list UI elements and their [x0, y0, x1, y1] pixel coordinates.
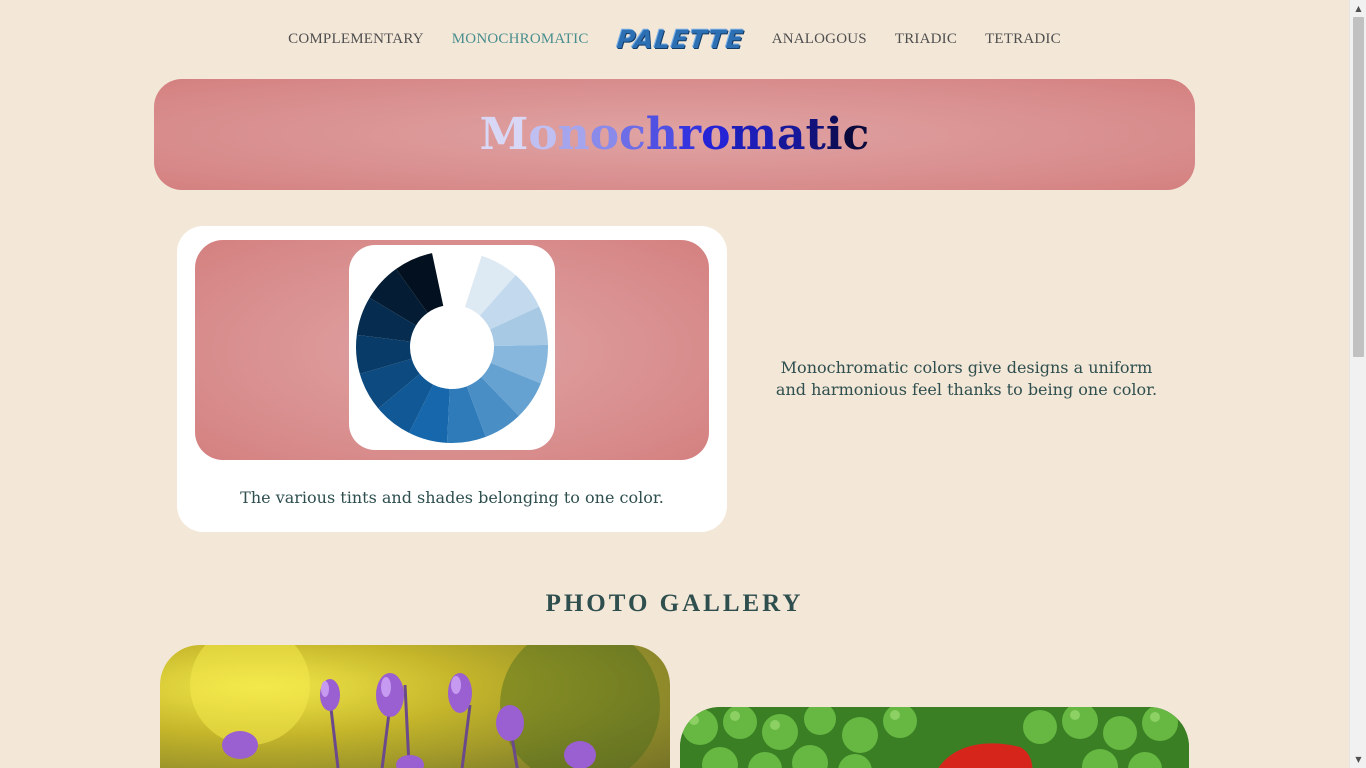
title-letter: m	[730, 109, 777, 160]
nav-monochromatic[interactable]: MONOCHROMATIC	[452, 31, 589, 48]
peas-illustration	[680, 707, 1189, 768]
title-letter: i	[825, 109, 843, 160]
title-letter: a	[776, 109, 806, 160]
color-wheel-card: The various tints and shades belonging t…	[177, 226, 727, 532]
gallery-photo-flowers[interactable]	[160, 645, 670, 768]
flower-illustration	[190, 645, 660, 768]
title-letter: o	[701, 109, 731, 160]
title-letter: n	[557, 109, 590, 160]
nav-analogous[interactable]: ANALOGOUS	[772, 31, 867, 48]
title-letter: c	[619, 109, 646, 160]
title-letter: r	[677, 109, 702, 160]
nav-triadic[interactable]: TRIADIC	[895, 31, 957, 48]
color-wheel-image	[349, 245, 555, 450]
title-letter: o	[589, 109, 620, 160]
title-letter: h	[645, 109, 678, 160]
page-title: Monochromatic	[480, 109, 870, 160]
scroll-up-arrow-icon[interactable]: ▲	[1350, 0, 1366, 17]
title-letter: M	[479, 109, 529, 160]
monochromatic-description: Monochromatic colors give designs a unif…	[775, 358, 1158, 399]
card-caption: The various tints and shades belonging t…	[240, 488, 664, 507]
scrollbar-thumb[interactable]	[1353, 17, 1364, 357]
color-wheel	[356, 253, 548, 443]
vertical-scrollbar[interactable]: ▲ ▼	[1349, 0, 1366, 768]
gallery-title: PHOTO GALLERY	[545, 590, 804, 617]
gallery-photo-peas[interactable]	[680, 707, 1189, 768]
title-letter: o	[528, 109, 558, 160]
scroll-down-arrow-icon[interactable]: ▼	[1350, 751, 1366, 768]
title-letter: t	[805, 109, 826, 160]
palette-logo[interactable]: PALETTE	[615, 25, 745, 54]
nav-complementary[interactable]: COMPLEMENTARY	[288, 31, 424, 48]
nav-tetradic[interactable]: TETRADIC	[985, 31, 1061, 48]
card-image-frame	[195, 240, 709, 460]
top-nav: COMPLEMENTARY MONOCHROMATIC PALETTE ANAL…	[0, 0, 1349, 78]
hero-banner: Monochromatic	[154, 79, 1195, 190]
title-letter: c	[842, 109, 870, 160]
